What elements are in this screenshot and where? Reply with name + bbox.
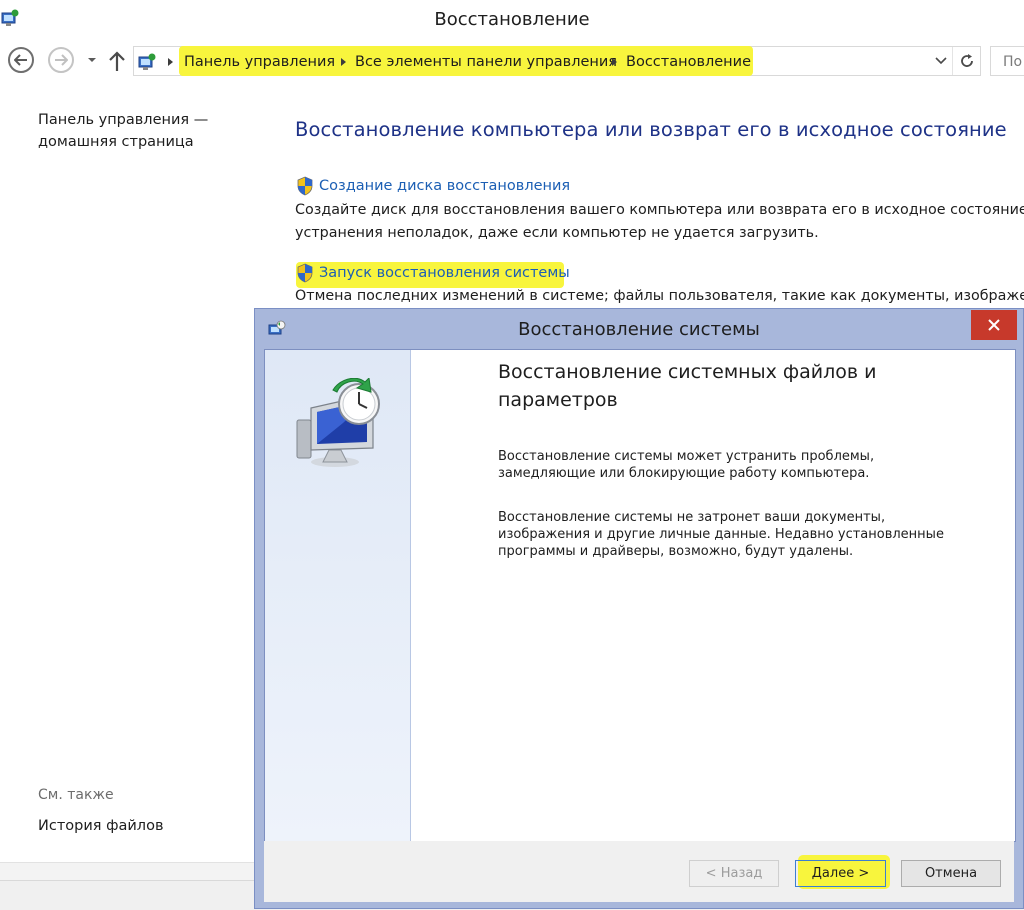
system-restore-icon [296,378,380,467]
address-bar[interactable]: Панель управления Все элементы панели уп… [133,46,981,76]
wizard-body: Восстановление системных файлов и параме… [264,349,1016,842]
refresh-icon[interactable] [958,52,976,70]
search-input[interactable]: По [990,46,1024,76]
see-also-label: См. также [38,787,114,803]
wizard-back-button[interactable]: < Назад [689,860,779,887]
breadcrumb-control-panel[interactable]: Панель управления [184,54,335,70]
wizard-heading: Восстановление системных файлов и параме… [498,361,877,411]
search-placeholder: По [1003,54,1023,70]
wizard-cancel-button[interactable]: Отмена [901,860,1001,887]
wizard-side-panel [265,350,411,841]
open-system-restore-link[interactable]: Запуск восстановления системы [319,265,570,281]
wizard-next-button[interactable]: Далее > [795,860,886,887]
forward-arrow-icon [55,54,68,66]
breadcrumb-separator[interactable] [168,58,173,66]
breadcrumb-all-items[interactable]: Все элементы панели управления [355,54,617,70]
open-system-restore-desc: Отмена последних изменений в системе; фа… [295,288,1024,304]
uac-shield-icon [297,176,313,196]
wizard-footer: < Назад Далее > Отмена [264,841,1014,902]
wizard-paragraph-1: Восстановление системы может устранить п… [498,449,875,481]
forward-button[interactable] [48,47,74,73]
wizard-paragraph-2: Восстановление системы не затронет ваши … [498,510,944,559]
close-icon [988,319,1000,331]
file-history-link[interactable]: История файлов [38,818,164,834]
left-pane-bottom-strip [0,862,255,881]
system-restore-dialog: Восстановление системы Восстановление си… [254,308,1024,909]
create-recovery-drive-link[interactable]: Создание диска восстановления [319,178,570,194]
up-arrow-icon[interactable] [108,50,126,72]
dialog-titlebar: Восстановление системы [255,309,1023,349]
back-arrow-icon [14,54,27,66]
window-title: Восстановление [434,9,590,30]
address-history-chevron-icon[interactable] [934,55,948,67]
left-pane: Панель управления — домашняя страница См… [0,82,255,909]
breadcrumb-separator[interactable] [341,58,346,66]
navigation-bar: Панель управления Все элементы панели уп… [0,42,1024,82]
control-panel-icon [138,53,156,70]
back-button[interactable] [8,47,34,73]
dialog-title: Восстановление системы [518,319,760,340]
control-panel-home-link[interactable]: Панель управления — домашняя страница [38,109,238,153]
window-titlebar: Восстановление [0,0,1024,42]
page-title: Восстановление компьютера или возврат ег… [295,118,1007,141]
close-button[interactable] [971,310,1017,340]
recent-pages-chevron-icon[interactable] [86,52,98,68]
create-recovery-drive-desc: Создайте диск для восстановления вашего … [295,202,1024,218]
address-divider [952,47,953,75]
uac-shield-icon [297,263,313,283]
breadcrumb-recovery[interactable]: Восстановление [626,54,751,70]
create-recovery-drive-desc-line2: устранения неполадок, даже если компьюте… [295,225,819,241]
breadcrumb-separator[interactable] [612,58,617,66]
